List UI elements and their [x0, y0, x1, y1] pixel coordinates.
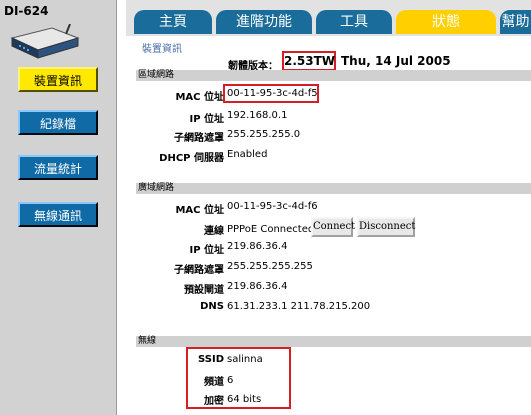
lan-mac-label: MAC 位址 [175, 92, 224, 103]
main-panel: 主頁 進階功能 工具 狀態 幫助 裝置資訊 韌體版本： 2.53TW Thu, … [126, 0, 531, 415]
tab-status[interactable]: 狀態 [396, 10, 496, 34]
connect-button[interactable]: Connect [311, 217, 355, 237]
sidebar-traffic-stats-button[interactable]: 流量統計 [18, 155, 98, 180]
disconnect-button[interactable]: Disconnect [357, 217, 415, 237]
lan-mask-label: 子網路遮罩 [174, 133, 224, 144]
sidebar-device-info-button[interactable]: 裝置資訊 [18, 67, 98, 92]
wan-mac-value: 00-11-95-3c-4d-f6 [227, 201, 318, 212]
wan-section-title: 廣域網路 [136, 183, 531, 194]
model-name: DI-624 [4, 4, 49, 18]
router-image [10, 24, 80, 59]
lan-ip-label: IP 位址 [189, 114, 224, 125]
sidebar: DI-624 裝置資訊 紀錄檔 流量統計 無線通訊 [0, 0, 116, 415]
wan-dns-label: DNS [200, 301, 224, 312]
sidebar-wireless-button[interactable]: 無線通訊 [18, 202, 98, 227]
firmware-version: 2.53TW [282, 51, 336, 71]
firmware-date: Thu, 14 Jul 2005 [341, 54, 451, 68]
wireless-channel-label: 頻道 [204, 377, 224, 388]
page-heading: 裝置資訊 [142, 44, 182, 55]
wireless-section-title: 無線 [136, 336, 531, 347]
sidebar-divider [116, 0, 126, 415]
tab-advanced[interactable]: 進階功能 [216, 10, 312, 34]
wan-mac-label: MAC 位址 [175, 205, 224, 216]
wireless-channel-value: 6 [227, 375, 234, 386]
wan-dns-value: 61.31.233.1 211.78.215.200 [227, 301, 371, 312]
tab-tools[interactable]: 工具 [316, 10, 392, 34]
wan-ip-label: IP 位址 [189, 245, 224, 256]
lan-mask-value: 255.255.255.0 [227, 129, 301, 140]
lan-dhcp-value: Enabled [227, 149, 268, 160]
wan-ip-value: 219.86.36.4 [227, 241, 288, 252]
wan-gateway-value: 219.86.36.4 [227, 281, 288, 292]
wireless-ssid-label: SSID [198, 354, 224, 365]
wireless-ssid-value: salinna [227, 354, 263, 365]
lan-ip-value: 192.168.0.1 [227, 110, 288, 121]
lan-mac-value: 00-11-95-3c-4d-f5 [227, 88, 318, 99]
wan-gateway-label: 預設閘道 [184, 285, 224, 296]
wan-connection-value: PPPoE Connected [227, 224, 315, 235]
wireless-encryption-label: 加密 [204, 396, 224, 407]
tab-help[interactable]: 幫助 [500, 10, 531, 34]
wan-mask-label: 子網路遮罩 [174, 265, 224, 276]
sidebar-log-button[interactable]: 紀錄檔 [18, 110, 98, 135]
tab-home[interactable]: 主頁 [134, 10, 212, 34]
wan-mask-value: 255.255.255.255 [227, 261, 313, 272]
wan-connection-label: 連線 [204, 226, 224, 237]
lan-dhcp-label: DHCP 伺服器 [159, 153, 224, 164]
wireless-encryption-value: 64 bits [227, 394, 262, 405]
lan-section-title: 區域網路 [136, 70, 531, 81]
